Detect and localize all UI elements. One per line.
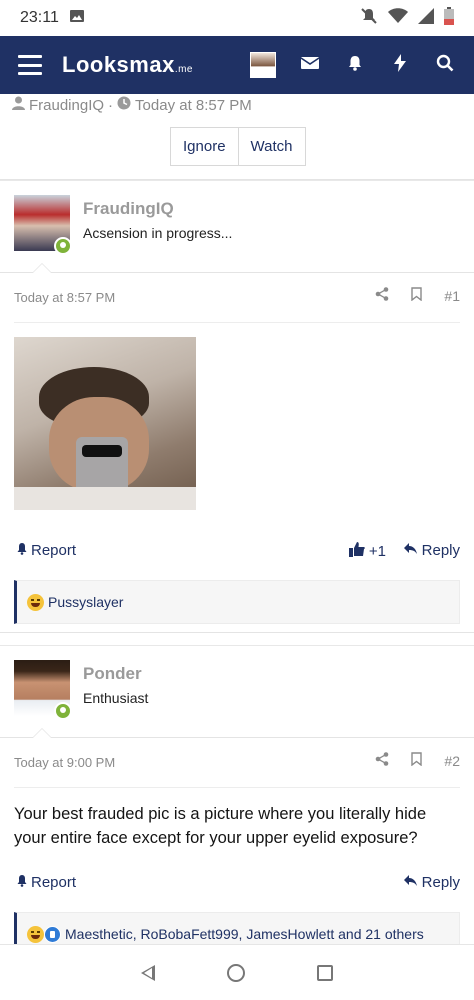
avatar[interactable]: [14, 195, 72, 255]
like-reaction-icon: [44, 925, 61, 943]
signal-icon: [418, 7, 434, 29]
post-2: Ponder Enthusiast Today at 9:00 PM #2 Yo…: [0, 645, 474, 956]
recent-apps-icon[interactable]: [317, 964, 333, 981]
thread-author[interactable]: FraudingIQ: [29, 97, 104, 114]
byline-separator: ·: [108, 96, 114, 114]
clock-icon: [117, 96, 131, 114]
post-number[interactable]: #1: [444, 288, 460, 304]
thread-byline: FraudingIQ · Today at 8:57 PM: [12, 96, 252, 114]
post-body: Your best frauded pic is a picture where…: [0, 788, 474, 864]
thread-date[interactable]: Today at 8:57 PM: [135, 97, 252, 114]
status-bar: 23:11: [0, 0, 474, 36]
site-logo[interactable]: Looksmax.me: [62, 52, 193, 78]
post-number[interactable]: #2: [444, 753, 460, 769]
online-indicator: [54, 237, 72, 255]
post-separator: [0, 632, 474, 644]
post-header: Today at 8:57 PM #1: [14, 273, 460, 323]
wifi-icon: [388, 7, 408, 29]
bolt-icon[interactable]: [389, 53, 411, 77]
search-icon[interactable]: [434, 54, 456, 77]
reply-icon: [403, 542, 418, 559]
laughing-emoji-icon: [27, 925, 44, 943]
mute-icon: [360, 7, 378, 30]
post-body: [0, 323, 474, 524]
bell-icon[interactable]: [344, 54, 366, 77]
home-icon[interactable]: [227, 963, 245, 982]
laughing-emoji-icon: [27, 593, 44, 611]
thread-meta: FraudingIQ · Today at 8:57 PM Ignore Wat…: [0, 94, 474, 180]
online-indicator: [54, 702, 72, 720]
reply-icon: [403, 874, 418, 891]
report-link[interactable]: Report: [16, 542, 76, 559]
share-icon[interactable]: [375, 287, 389, 304]
avatar[interactable]: [250, 52, 276, 78]
post-footer: Report +1 Reply: [14, 532, 460, 572]
reactions-text[interactable]: Maesthetic, RoBobaFett999, JamesHowlett …: [65, 926, 424, 942]
reply-link[interactable]: Reply: [403, 542, 460, 559]
post-footer: Report Reply: [14, 864, 460, 904]
ignore-button[interactable]: Ignore: [171, 128, 238, 165]
bell-icon: [16, 542, 28, 559]
avatar[interactable]: [14, 660, 72, 720]
post-1: FraudingIQ Acsension in progress... Toda…: [0, 180, 474, 624]
reply-link[interactable]: Reply: [403, 874, 460, 891]
share-icon[interactable]: [375, 752, 389, 769]
user-arrow: [32, 728, 52, 738]
reactions-text[interactable]: Pussyslayer: [48, 594, 123, 610]
user-title: Enthusiast: [83, 690, 149, 706]
post-image[interactable]: [14, 337, 196, 510]
user-icon: [12, 96, 25, 114]
post-username[interactable]: FraudingIQ: [83, 199, 174, 219]
thumbs-up-icon: [348, 542, 365, 561]
user-arrow: [32, 263, 52, 273]
like-button[interactable]: +1: [348, 542, 386, 561]
user-title: Acsension in progress...: [83, 225, 233, 241]
back-icon[interactable]: [141, 964, 155, 981]
bookmark-icon[interactable]: [411, 752, 423, 769]
post-date[interactable]: Today at 8:57 PM: [14, 290, 115, 305]
menu-icon[interactable]: [18, 55, 42, 75]
reactions-bar[interactable]: Pussyslayer: [14, 580, 460, 624]
thread-actions: Ignore Watch: [170, 127, 306, 166]
battery-icon: [444, 6, 454, 30]
report-link[interactable]: Report: [16, 874, 76, 891]
top-navbar: Looksmax.me: [0, 36, 474, 94]
post-text: Your best frauded pic is a picture where…: [14, 805, 427, 847]
bookmark-icon[interactable]: [411, 287, 423, 304]
system-nav-bar: [0, 944, 474, 1000]
post-header: Today at 9:00 PM #2: [14, 738, 460, 788]
post-user-block: Ponder Enthusiast: [0, 646, 474, 738]
post-username[interactable]: Ponder: [83, 664, 142, 684]
post-user-block: FraudingIQ Acsension in progress...: [0, 181, 474, 273]
status-time: 23:11: [20, 9, 59, 26]
post-date[interactable]: Today at 9:00 PM: [14, 755, 115, 770]
bell-icon: [16, 874, 28, 891]
envelope-icon[interactable]: [299, 55, 321, 76]
watch-button[interactable]: Watch: [237, 128, 305, 165]
image-icon: [69, 9, 85, 28]
